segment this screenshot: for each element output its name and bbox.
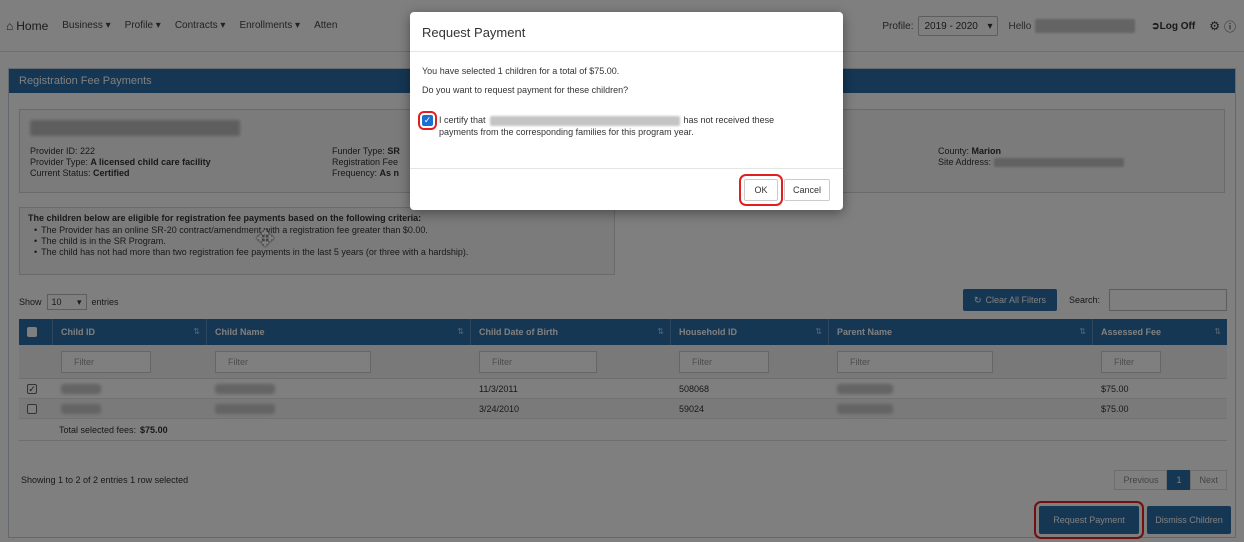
dialog-line-1: You have selected 1 children for a total… bbox=[422, 66, 620, 76]
ok-button[interactable]: OK bbox=[739, 174, 783, 206]
dialog-title: Request Payment bbox=[410, 12, 843, 52]
dialog-body: You have selected 1 children for a total… bbox=[410, 52, 843, 138]
certify-row: ✓ I certify that has not received these p… bbox=[418, 111, 775, 137]
dialog-footer: OK Cancel bbox=[410, 168, 843, 210]
provider-name-redacted bbox=[489, 115, 680, 126]
certify-checkbox[interactable]: ✓ bbox=[418, 111, 437, 130]
dialog-line-2: Do you want to request payment for these… bbox=[422, 85, 629, 95]
request-payment-dialog: Request Payment You have selected 1 chil… bbox=[410, 12, 843, 210]
cancel-button[interactable]: Cancel bbox=[784, 179, 830, 201]
